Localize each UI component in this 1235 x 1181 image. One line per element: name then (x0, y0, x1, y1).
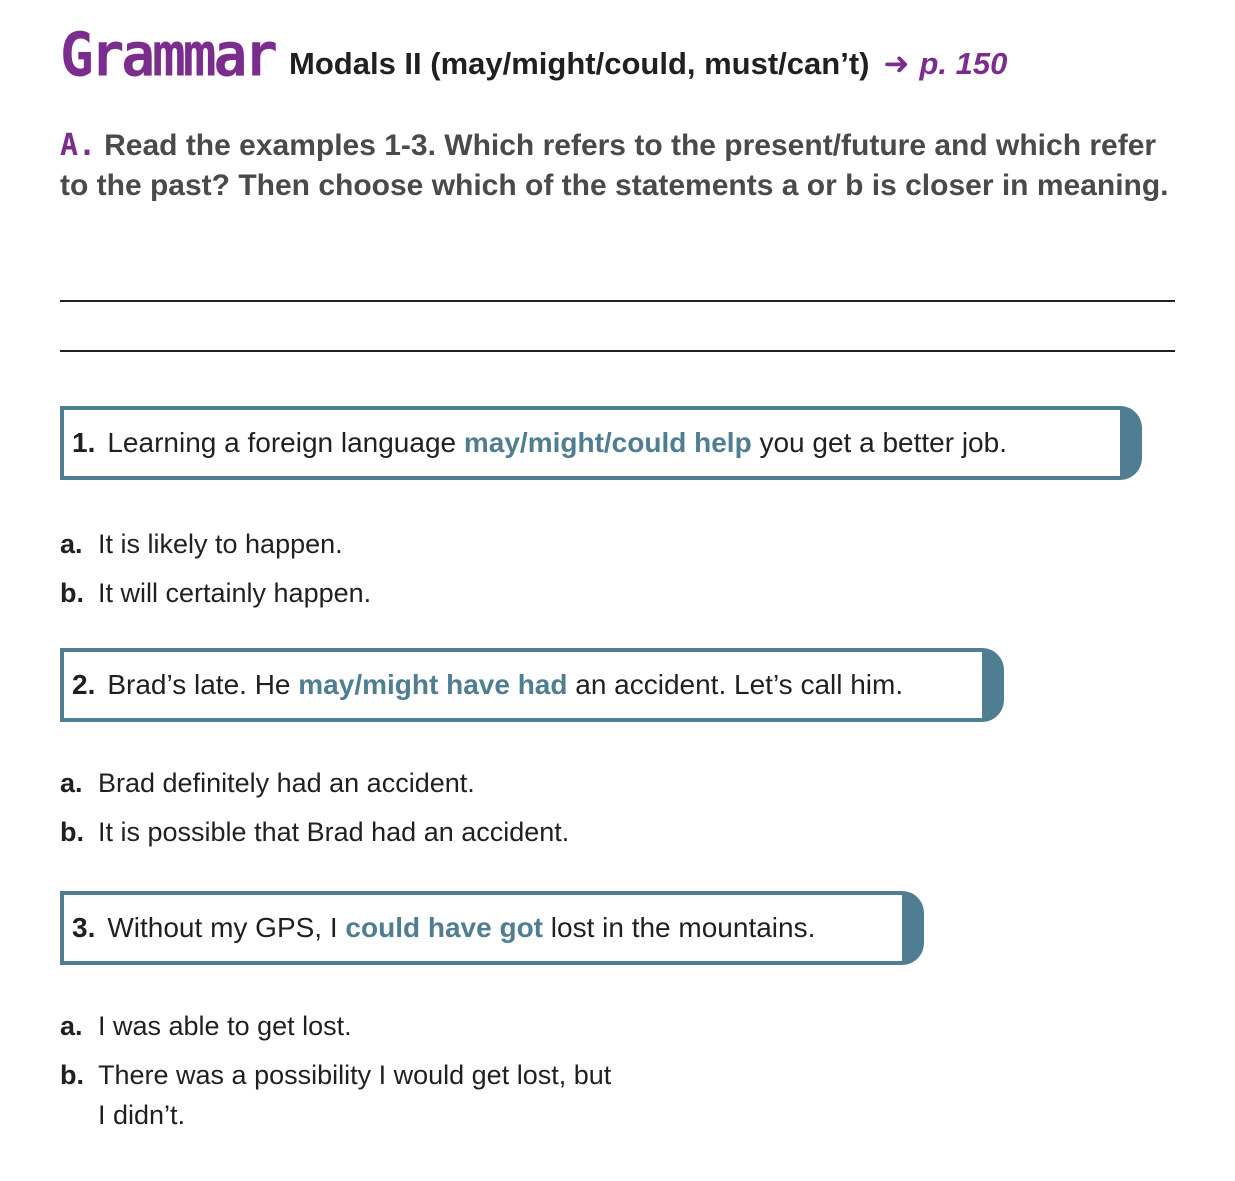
instruction-letter: A. (60, 128, 97, 163)
page-reference-text: p. 150 (919, 46, 1008, 81)
option-letter: b. (60, 578, 84, 608)
option-text-continued: I didn’t. (98, 1100, 186, 1130)
instruction-text: Read the examples 1-3. Which refers to t… (60, 129, 1169, 202)
example-box-3: 3. Without my GPS, I could have got lost … (60, 891, 924, 965)
example-sentence-2: 2. Brad’s late. He may/might have had an … (64, 669, 903, 701)
example-box-1: 1. Learning a foreign language may/might/… (60, 406, 1142, 480)
page-reference[interactable]: ➜ p. 150 (883, 46, 1007, 82)
example-text-before: Without my GPS, I (107, 912, 346, 943)
option-1a[interactable]: a. It is likely to happen. (60, 524, 343, 564)
highlighted-modal: may/might have had (298, 669, 568, 700)
option-3a[interactable]: a. I was able to get lost. (60, 1006, 352, 1046)
option-3b[interactable]: b. There was a possibility I would get lo… (60, 1055, 611, 1135)
answer-line[interactable] (60, 350, 1175, 352)
option-text: It is likely to happen. (98, 529, 343, 559)
option-letter: a. (60, 768, 83, 798)
option-letter: b. (60, 817, 84, 847)
example-number: 3. (72, 912, 96, 943)
example-text-before: Brad’s late. He (107, 669, 299, 700)
option-2a[interactable]: a. Brad definitely had an accident. (60, 763, 475, 803)
instruction-a: A. Read the examples 1-3. Which refers to… (60, 126, 1180, 206)
example-sentence-3: 3. Without my GPS, I could have got lost … (64, 912, 815, 944)
example-number: 2. (72, 669, 96, 700)
example-box-2: 2. Brad’s late. He may/might have had an … (60, 648, 1004, 722)
example-text-after: you get a better job. (751, 427, 1007, 458)
option-text: It will certainly happen. (98, 578, 372, 608)
box-tab (982, 648, 1004, 722)
example-text-before: Learning a foreign language (107, 427, 464, 458)
option-1b[interactable]: b. It will certainly happen. (60, 573, 371, 613)
header-title: Modals II (may/might/could, must/can’t) (289, 46, 870, 81)
option-text: I was able to get lost. (98, 1011, 352, 1041)
option-text: It is possible that Brad had an accident… (98, 817, 570, 847)
option-letter: a. (60, 529, 83, 559)
option-text: There was a possibility I would get lost… (98, 1060, 612, 1090)
option-letter: b. (60, 1060, 84, 1090)
example-text-after: an accident. Let’s call him. (567, 669, 904, 700)
box-tab (1120, 406, 1142, 480)
option-2b[interactable]: b. It is possible that Brad had an accide… (60, 812, 569, 852)
section-header: Grammar Modals II (may/might/could, must… (60, 20, 1007, 91)
grammar-label: Grammar (60, 20, 278, 91)
example-sentence-1: 1. Learning a foreign language may/might/… (64, 427, 1007, 459)
highlighted-modal: may/might/could help (463, 427, 752, 458)
option-text: Brad definitely had an accident. (98, 768, 475, 798)
option-letter: a. (60, 1011, 83, 1041)
answer-line[interactable] (60, 300, 1175, 302)
box-tab (902, 891, 924, 965)
example-number: 1. (72, 427, 96, 458)
arrow-right-icon: ➜ (883, 46, 910, 81)
highlighted-modal: could have got (345, 912, 543, 943)
example-text-after: lost in the mountains. (543, 912, 816, 943)
